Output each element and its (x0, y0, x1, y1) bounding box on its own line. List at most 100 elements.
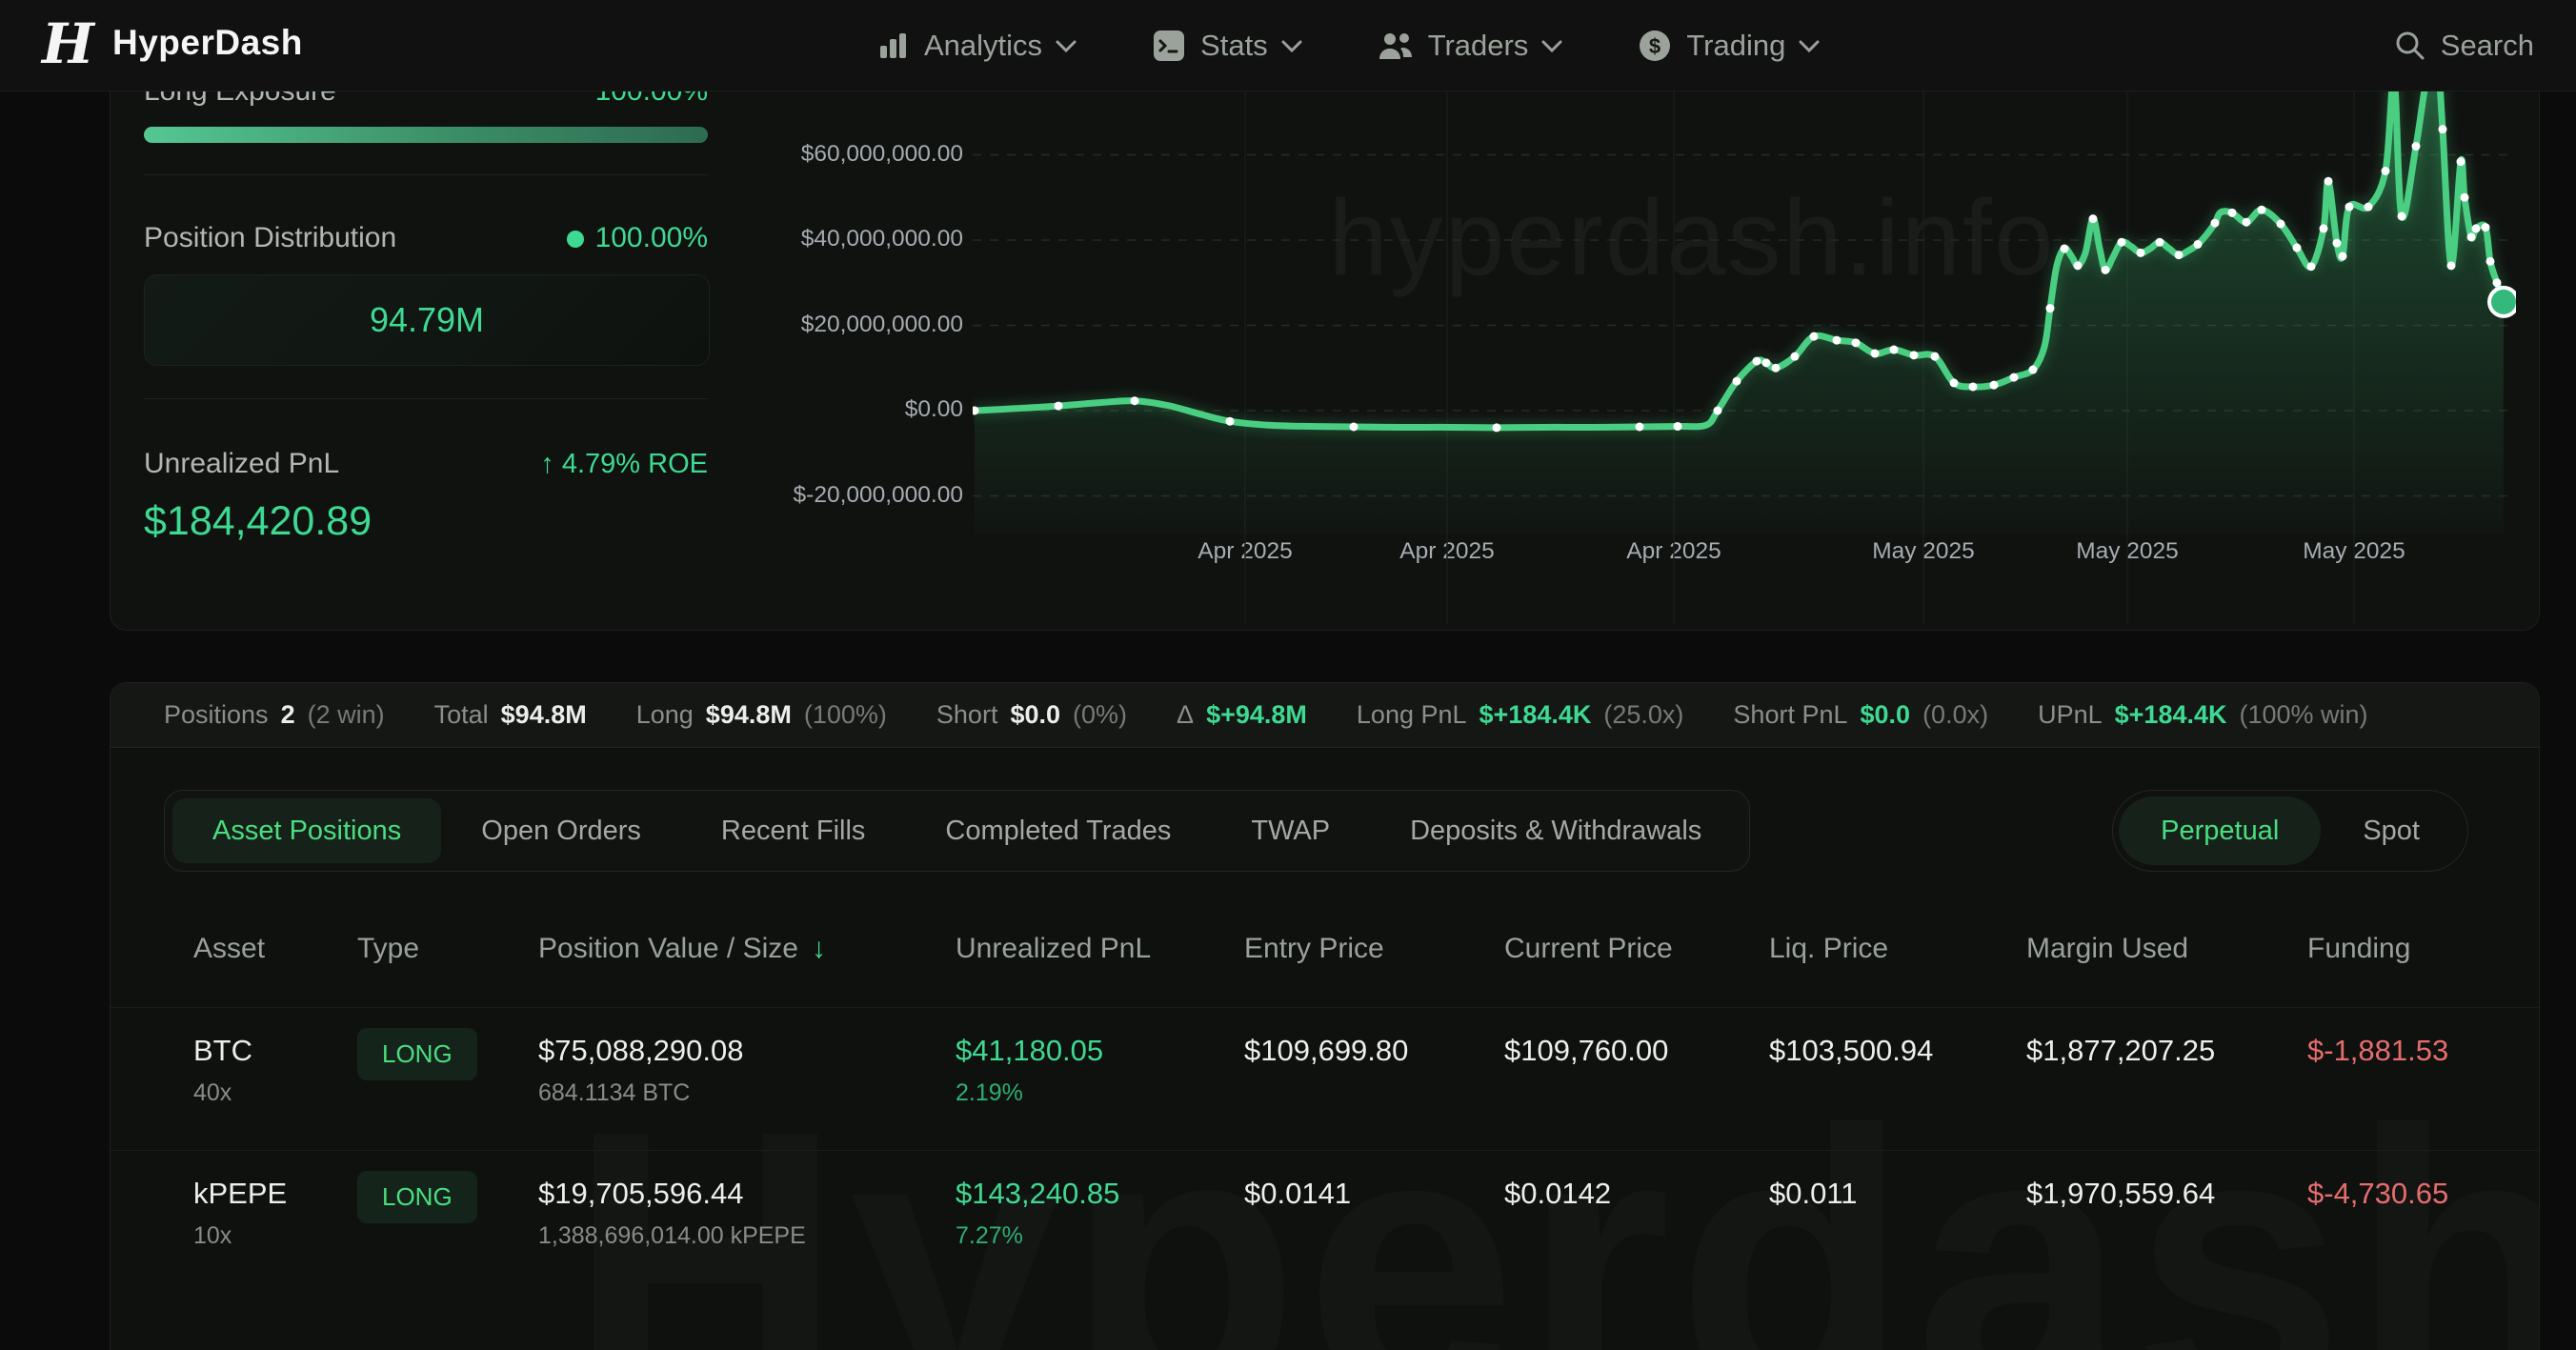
column-header-current-price[interactable]: Current Price (1504, 933, 1673, 965)
row-divider (111, 1007, 2539, 1008)
table-row-btc[interactable]: BTC 40x LONG $75,088,290.08684.1134 BTC $41,… (111, 1007, 2539, 1148)
column-header-entry-price[interactable]: Entry Price (1244, 933, 1384, 965)
nav-item-traders[interactable]: Traders (1377, 29, 1563, 63)
long-exposure-progressbar (144, 127, 708, 143)
summary-value: 2 (281, 700, 295, 730)
asset-symbol: kPEPE (193, 1177, 287, 1211)
liq-price-cell: $103,500.94 (1769, 1034, 1933, 1068)
row-divider (111, 1150, 2539, 1151)
long-exposure-label: Long Exposure (144, 91, 336, 108)
position-value-cell: $75,088,290.08684.1134 BTC (538, 1034, 744, 1107)
liq-price-cell: $0.011 (1769, 1177, 1858, 1211)
margin-used-cell: $1,970,559.64 (2026, 1177, 2215, 1211)
column-header-funding[interactable]: Funding (2307, 933, 2410, 965)
unrealized-pnl-cell: $143,240.857.27% (956, 1177, 1119, 1250)
bar-chart-icon (876, 29, 911, 63)
liq-price-cell: $103,500.94 (1769, 1034, 1933, 1068)
market-type-toggle: PerpetualSpot (2112, 790, 2468, 872)
distribution-box[interactable]: 94.79M (144, 274, 710, 366)
tab-open-orders[interactable]: Open Orders (441, 798, 681, 863)
asset-leverage: 40x (193, 1079, 252, 1107)
distribution-box-value: 94.79M (370, 300, 484, 340)
unrealized-pnl-value: $143,240.85 (956, 1177, 1119, 1211)
nav-label-stats: Stats (1200, 29, 1268, 63)
summary-label: Short (936, 700, 998, 730)
summary-paren: (25.0x) (1603, 700, 1683, 730)
column-header-type[interactable]: Type (357, 933, 419, 965)
hyperdash-logo-icon[interactable]: H (42, 11, 94, 76)
unrealized-pnl-label: Unrealized PnL (144, 448, 339, 480)
chevron-down-icon (1056, 39, 1077, 52)
summary-value: $+94.8M (1206, 700, 1307, 730)
summary-label: Δ (1177, 700, 1194, 730)
unrealized-pnl-row: Unrealized PnL ↑ 4.79% ROE (144, 448, 708, 480)
top-nav: H HyperDash Analytics Stats (0, 0, 2576, 91)
sort-desc-icon: ↓ (812, 933, 826, 965)
column-header-liq-price[interactable]: Liq. Price (1769, 933, 1888, 965)
summary-item: Positions2(2 win) (164, 700, 385, 730)
position-size: 1,388,696,014.00 kPEPE (538, 1222, 806, 1250)
long-exposure-row: Long Exposure 100.00% (144, 91, 708, 108)
funding-cell: $-4,730.65 (2307, 1177, 2448, 1211)
column-header-position-value-size[interactable]: Position Value / Size↓ (538, 933, 826, 965)
summary-value: $94.8M (706, 700, 792, 730)
position-distribution-label: Position Distribution (144, 222, 396, 254)
nav-item-trading[interactable]: $ Trading (1637, 28, 1820, 64)
tab-asset-positions[interactable]: Asset Positions (172, 798, 441, 863)
nav-item-stats[interactable]: Stats (1151, 28, 1302, 64)
summary-label: Long PnL (1357, 700, 1467, 730)
summary-value: $+184.4K (2115, 700, 2227, 730)
tab-completed-trades[interactable]: Completed Trades (905, 798, 1211, 863)
y-axis-tick: $0.00 (715, 396, 963, 423)
y-axis-tick: $-20,000,000.00 (715, 482, 963, 509)
summary-item: Short$0.0(0%) (936, 700, 1127, 730)
summary-paren: (100%) (804, 700, 887, 730)
brand-title[interactable]: HyperDash (112, 23, 303, 63)
summary-label: Long (636, 700, 694, 730)
summary-label: Total (434, 700, 489, 730)
column-header-asset[interactable]: Asset (193, 933, 265, 965)
chevron-down-icon (1281, 39, 1302, 52)
tab-recent-fills[interactable]: Recent Fills (681, 798, 906, 863)
tab-twap[interactable]: TWAP (1211, 798, 1370, 863)
current-price-cell: $0.0142 (1504, 1177, 1611, 1211)
search-label: Search (2441, 29, 2534, 63)
position-value-cell: $19,705,596.44 1,388,696,014.00 kPEPE (538, 1177, 806, 1250)
summary-value: $0.0 (1861, 700, 1911, 730)
margin-used-cell: $1,970,559.64 (2026, 1177, 2215, 1211)
funding-cell: $-1,881.53 (2307, 1034, 2448, 1068)
summary-item: Long $94.8M (100%) (636, 700, 887, 730)
search-button[interactable]: Search (2393, 0, 2534, 91)
toggle-spot[interactable]: Spot (2321, 796, 2462, 865)
funding-cell: $-1,881.53 (2307, 1034, 2448, 1068)
position-distribution-row: Position Distribution 100.00% (144, 222, 708, 254)
toggle-perpetual[interactable]: Perpetual (2119, 796, 2321, 865)
positions-card: Hyperdash Positions2(2 win)Total$94.8MLo… (110, 682, 2540, 1350)
column-header-unrealized-pnl[interactable]: Unrealized PnL (956, 933, 1151, 965)
unrealized-pnl-value: $41,180.05 (956, 1034, 1103, 1068)
entry-price-cell: $109,699.80 (1244, 1034, 1408, 1068)
summary-item: UPnL$+184.4K(100% win) (2038, 700, 2367, 730)
green-dot-icon (567, 231, 584, 248)
position-value: $75,088,290.08 (538, 1034, 744, 1068)
tab-bar: Asset PositionsOpen OrdersRecent FillsCo… (164, 790, 1750, 872)
tab-deposits-withdrawals[interactable]: Deposits & Withdrawals (1370, 798, 1741, 863)
summary-value: $+184.4K (1479, 700, 1592, 730)
current-price-cell: $0.0142 (1504, 1177, 1611, 1211)
chevron-down-icon (1799, 39, 1820, 52)
type-cell: LONG (357, 1022, 477, 1080)
asset-symbol: BTC (193, 1034, 252, 1068)
table-row-kpepe[interactable]: kPEPE10xLONG$19,705,596.441,388,696,014.… (111, 1150, 2539, 1291)
current-price-cell: $109,760.00 (1504, 1034, 1668, 1068)
entry-price-cell: $0.0141 (1244, 1177, 1351, 1211)
terminal-icon (1151, 28, 1187, 64)
divider (144, 398, 708, 399)
column-header-margin-used[interactable]: Margin Used (2026, 933, 2188, 965)
nav-item-analytics[interactable]: Analytics (876, 29, 1077, 63)
chevron-down-icon (1541, 39, 1562, 52)
unrealized-pnl-cell: $41,180.052.19% (956, 1034, 1103, 1107)
position-value: $19,705,596.44 (538, 1177, 806, 1211)
pnl-line-chart[interactable] (973, 91, 2516, 624)
nav-label-traders: Traders (1428, 29, 1529, 63)
positions-summary-bar: Positions2(2 win) Total $94.8MLong $94.8M (1… (111, 683, 2539, 748)
